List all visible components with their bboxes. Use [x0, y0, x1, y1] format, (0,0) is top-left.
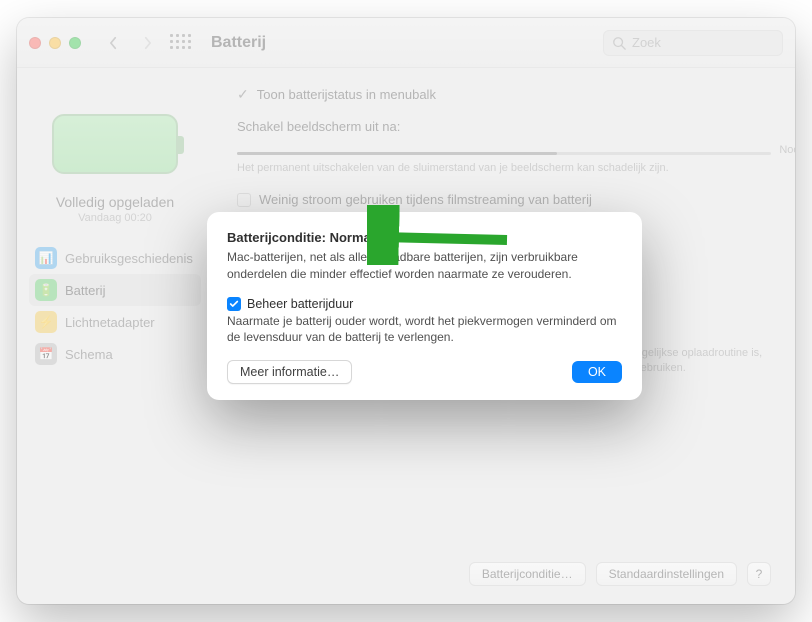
checkmark-icon — [229, 299, 239, 309]
battery-condition-dialog: Batterijconditie: Normaal Mac-batterijen… — [207, 212, 642, 400]
manage-battery-desc: Naarmate je batterij ouder wordt, wordt … — [227, 313, 622, 347]
ok-button[interactable]: OK — [572, 361, 622, 383]
manage-battery-label: Beheer batterijduur — [247, 297, 353, 311]
preferences-window: Batterij Zoek Volledig opgeladen Vandaag… — [17, 18, 795, 604]
checkbox-checked[interactable] — [227, 297, 241, 311]
dialog-title: Batterijconditie: Normaal — [227, 230, 622, 245]
manage-battery-row[interactable]: Beheer batterijduur — [227, 297, 622, 311]
dialog-button-row: Meer informatie… OK — [227, 360, 622, 384]
more-info-button[interactable]: Meer informatie… — [227, 360, 352, 384]
dialog-description: Mac-batterijen, net als alle oplaadbare … — [227, 249, 622, 283]
